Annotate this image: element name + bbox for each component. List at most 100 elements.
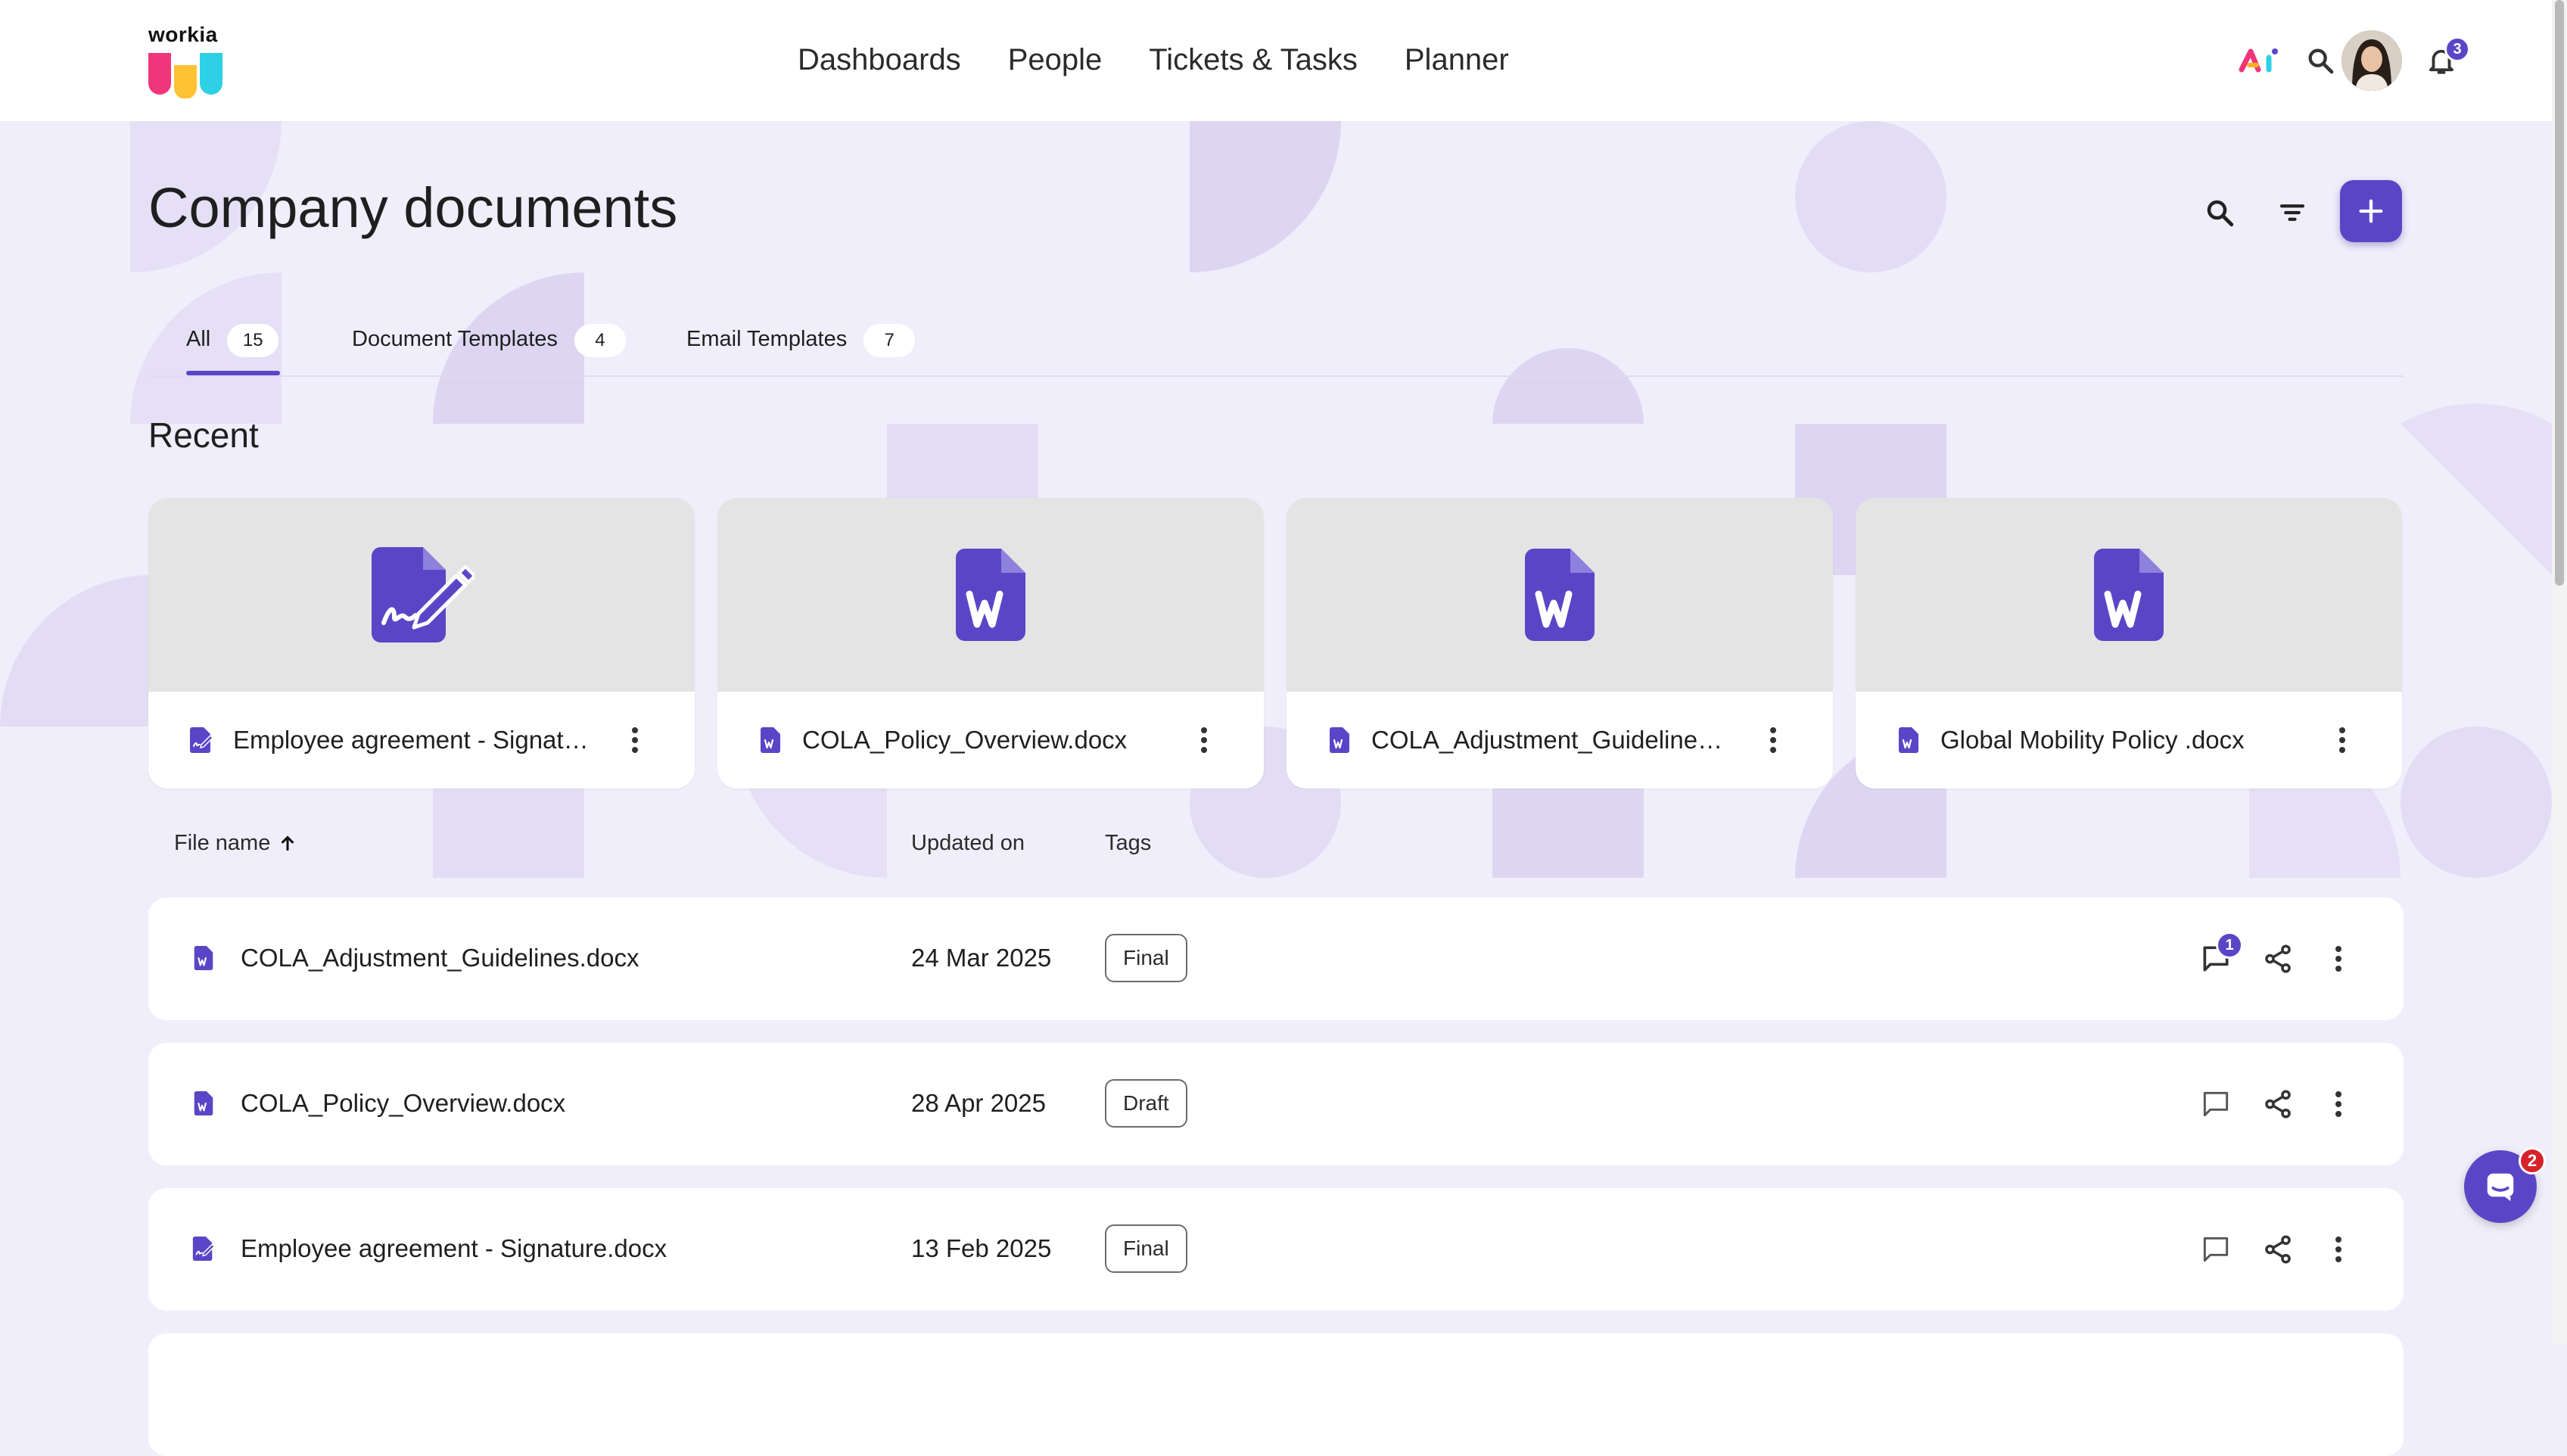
status-tag: Final	[1105, 934, 1187, 982]
word-doc-icon	[194, 1090, 213, 1116]
workia-logo[interactable]: workia	[148, 23, 224, 98]
more-options-button[interactable]	[2323, 717, 2361, 763]
comments-button[interactable]: 1	[2193, 932, 2243, 982]
bell-icon[interactable]: 3	[2420, 36, 2470, 82]
recent-card[interactable]: Employee agreement - Signatu...	[148, 498, 695, 789]
share-icon	[2265, 1090, 2291, 1118]
signature-doc-icon	[372, 547, 475, 642]
card-file-name: Employee agreement - Signatu...	[233, 726, 596, 754]
word-doc-icon	[761, 727, 780, 753]
updated-date: 28 Apr 2025	[911, 1089, 1046, 1117]
share-button[interactable]	[2255, 1081, 2301, 1127]
card-thumbnail	[1856, 498, 2402, 692]
more-options-button[interactable]	[1185, 717, 1223, 763]
recent-card[interactable]: Global Mobility Policy .docx	[1856, 498, 2402, 789]
chat-unread-badge: 2	[2519, 1147, 2546, 1174]
updated-date: 24 Mar 2025	[911, 944, 1052, 972]
tab-label: All	[186, 327, 211, 351]
more-vert-icon	[2339, 727, 2345, 753]
recent-card[interactable]: COLA_Adjustment_Guidelines....	[1287, 498, 1833, 789]
nav-people[interactable]: People	[1008, 36, 1103, 83]
vertical-scrollbar[interactable]	[2552, 0, 2567, 1344]
column-header-updated-on[interactable]: Updated on	[911, 828, 1025, 858]
more-vert-icon	[2335, 946, 2341, 972]
signature-doc-icon	[192, 1236, 216, 1262]
share-button[interactable]	[2255, 1227, 2301, 1272]
filter-button[interactable]	[2266, 186, 2319, 239]
more-options-button[interactable]	[2316, 1081, 2361, 1127]
scrollbar-thumb[interactable]	[2555, 0, 2564, 586]
avatar[interactable]	[2341, 30, 2402, 91]
nav-tickets-tasks[interactable]: Tickets & Tasks	[1149, 36, 1358, 83]
comment-icon	[2203, 1237, 2229, 1262]
column-header-file-name[interactable]: File name	[174, 828, 297, 858]
card-file-name: COLA_Policy_Overview.docx	[802, 726, 1128, 754]
updated-date: 13 Feb 2025	[911, 1234, 1052, 1262]
more-options-button[interactable]	[1754, 717, 1792, 763]
more-options-button[interactable]	[2316, 936, 2361, 982]
comments-button[interactable]	[2193, 1081, 2239, 1127]
card-file-name: COLA_Adjustment_Guidelines....	[1371, 726, 1735, 754]
word-doc-icon	[1330, 727, 1349, 753]
status-tag: Draft	[1105, 1079, 1187, 1128]
more-options-button[interactable]	[616, 717, 654, 763]
nav-planner[interactable]: Planner	[1405, 36, 1509, 83]
comments-button[interactable]	[2193, 1227, 2239, 1272]
card-thumbnail	[717, 498, 1264, 692]
share-icon	[2265, 1235, 2291, 1264]
table-row[interactable]: COLA_Adjustment_Guidelines.docx 24 Mar 2…	[148, 898, 2404, 1020]
tab-label: Document Templates	[352, 327, 558, 351]
more-vert-icon	[2335, 1091, 2341, 1117]
share-button[interactable]	[2255, 936, 2301, 982]
tab-count: 7	[863, 324, 916, 357]
word-doc-icon	[1525, 549, 1595, 641]
table-row[interactable]: COLA_Policy_Overview.docx 28 Apr 2025 Dr…	[148, 1043, 2404, 1165]
more-vert-icon	[1201, 727, 1207, 753]
chat-button[interactable]: 2	[2464, 1147, 2546, 1223]
add-document-button[interactable]	[2340, 180, 2402, 242]
search-icon[interactable]	[2299, 39, 2341, 82]
tab-count: 15	[227, 324, 279, 357]
more-vert-icon	[632, 727, 638, 753]
ai-icon[interactable]	[2239, 39, 2281, 82]
comment-icon	[2203, 1091, 2229, 1117]
tab-label: Email Templates	[686, 327, 848, 351]
column-label: File name	[174, 831, 271, 855]
filter-icon	[2279, 204, 2305, 221]
recent-card[interactable]: COLA_Policy_Overview.docx	[717, 498, 1264, 789]
top-header: workia Dashboards People Tickets & Tasks…	[0, 0, 2552, 121]
search-documents-button[interactable]	[2193, 186, 2246, 239]
table-row[interactable]: Employee agreement - Signature.docx 13 F…	[148, 1188, 2404, 1311]
comment-count-badge: 1	[2216, 932, 2243, 959]
column-header-tags: Tags	[1105, 831, 1152, 855]
word-doc-icon	[1899, 727, 1918, 753]
more-vert-icon	[2335, 1237, 2341, 1262]
main-nav: Dashboards People Tickets & Tasks Planne…	[798, 36, 1556, 83]
notification-badge: 3	[2444, 36, 2470, 62]
share-icon	[2265, 944, 2291, 973]
word-doc-icon	[2094, 549, 2164, 641]
more-vert-icon	[1770, 727, 1776, 753]
plus-icon	[2359, 199, 2383, 223]
file-name[interactable]: Employee agreement - Signature.docx	[241, 1232, 667, 1265]
status-tag: Final	[1105, 1224, 1187, 1273]
tab-count: 4	[574, 324, 626, 357]
card-thumbnail	[148, 498, 695, 692]
file-name[interactable]: COLA_Adjustment_Guidelines.docx	[241, 941, 639, 975]
tab-all[interactable]: All 15	[186, 318, 279, 375]
chat-icon	[2487, 1173, 2514, 1202]
card-file-name: Global Mobility Policy .docx	[1940, 726, 2245, 754]
card-thumbnail	[1287, 498, 1833, 692]
search-icon	[2207, 200, 2234, 227]
table-row[interactable]	[148, 1333, 2404, 1456]
tab-email-templates[interactable]: Email Templates 7	[686, 318, 916, 375]
tab-document-templates[interactable]: Document Templates 4	[352, 318, 626, 375]
nav-dashboards[interactable]: Dashboards	[798, 36, 961, 83]
active-tab-indicator	[186, 371, 280, 375]
file-name[interactable]: COLA_Policy_Overview.docx	[241, 1087, 565, 1120]
page-title: Company documents	[148, 176, 678, 239]
document-tabs: All 15 Document Templates 4 Email Templa…	[148, 318, 2404, 377]
more-options-button[interactable]	[2316, 1227, 2361, 1272]
signature-doc-icon	[190, 727, 214, 753]
logo-mark	[148, 53, 222, 98]
